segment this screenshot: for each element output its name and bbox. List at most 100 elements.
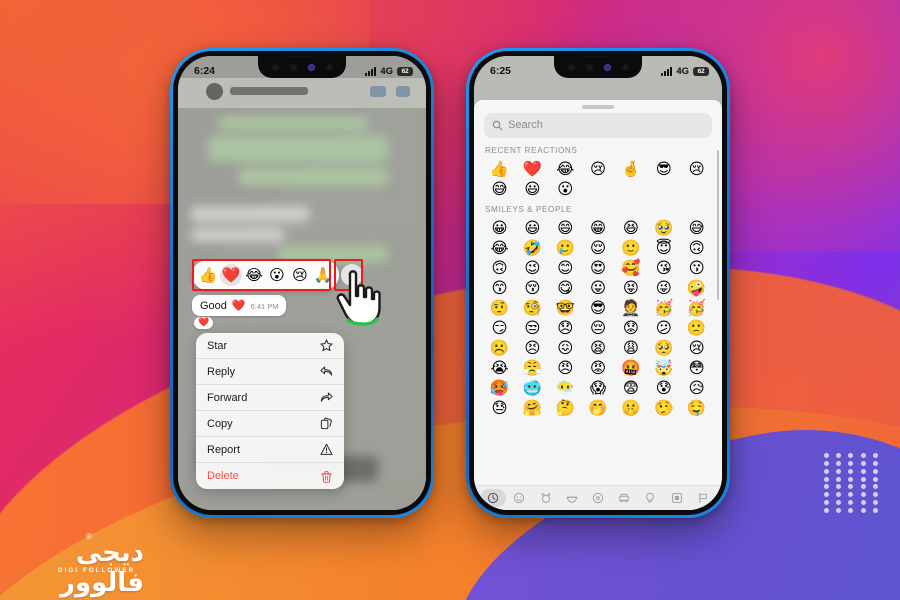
context-menu-item-copy[interactable]: Copy bbox=[196, 411, 344, 437]
vertical-scrollbar[interactable] bbox=[717, 149, 719, 300]
emoji-cell[interactable]: 😃 bbox=[516, 179, 549, 199]
emoji-cell[interactable]: 😉 bbox=[516, 258, 549, 278]
emoji-cell[interactable]: 😓 bbox=[483, 398, 516, 418]
category-button-food[interactable] bbox=[559, 489, 585, 507]
emoji-cell[interactable]: 😰 bbox=[647, 378, 680, 398]
emoji-cell[interactable]: 🤥 bbox=[647, 398, 680, 418]
emoji-cell[interactable]: 😔 bbox=[582, 318, 615, 338]
emoji-cell[interactable]: 😩 bbox=[614, 338, 647, 358]
emoji-cell[interactable]: 🤨 bbox=[483, 298, 516, 318]
emoji-cell[interactable]: 😖 bbox=[549, 338, 582, 358]
emoji-cell[interactable]: 😍 bbox=[582, 258, 615, 278]
emoji-cell[interactable]: 😎 bbox=[647, 159, 680, 179]
emoji-cell[interactable]: 😠 bbox=[549, 358, 582, 378]
emoji-cell[interactable]: 😄 bbox=[549, 218, 582, 238]
emoji-cell[interactable]: 😥 bbox=[680, 378, 713, 398]
emoji-cell[interactable]: 😆 bbox=[614, 218, 647, 238]
emoji-cell[interactable]: 😭 bbox=[483, 358, 516, 378]
emoji-cell[interactable]: 😏 bbox=[483, 318, 516, 338]
category-button-flags[interactable] bbox=[690, 489, 716, 507]
emoji-cell[interactable]: 😅 bbox=[483, 179, 516, 199]
emoji-cell[interactable]: 🤯 bbox=[647, 358, 680, 378]
emoji-cell[interactable]: 😅 bbox=[680, 218, 713, 238]
context-menu-item-delete[interactable]: Delete bbox=[196, 463, 344, 489]
emoji-cell[interactable]: 🤔 bbox=[549, 398, 582, 418]
emoji-cell[interactable]: 🥵 bbox=[483, 378, 516, 398]
emoji-cell[interactable]: 😂 bbox=[483, 238, 516, 258]
emoji-cell[interactable]: 🥶 bbox=[516, 378, 549, 398]
category-button-animals[interactable] bbox=[532, 489, 558, 507]
category-button-smiley[interactable] bbox=[506, 489, 532, 507]
emoji-cell[interactable]: 🤫 bbox=[614, 398, 647, 418]
emoji-cell[interactable]: 😡 bbox=[582, 358, 615, 378]
emoji-cell[interactable]: 😜 bbox=[647, 278, 680, 298]
emoji-cell[interactable]: 😨 bbox=[614, 378, 647, 398]
category-button-symbols[interactable] bbox=[664, 489, 690, 507]
emoji-cell[interactable]: 🤤 bbox=[680, 398, 713, 418]
emoji-cell[interactable]: 🥳 bbox=[647, 298, 680, 318]
emoji-cell[interactable]: 😘 bbox=[647, 258, 680, 278]
chat-message-bubble[interactable]: Good ❤️ 6:41 PM bbox=[192, 295, 286, 316]
category-button-objects[interactable] bbox=[637, 489, 663, 507]
emoji-cell[interactable]: 🥰 bbox=[614, 258, 647, 278]
category-button-recent[interactable] bbox=[480, 489, 507, 507]
emoji-cell[interactable]: 😚 bbox=[516, 278, 549, 298]
emoji-cell[interactable]: 😊 bbox=[549, 258, 582, 278]
category-button-activity[interactable] bbox=[585, 489, 611, 507]
emoji-cell[interactable]: 😢 bbox=[680, 159, 713, 179]
emoji-cell[interactable]: 🤓 bbox=[549, 298, 582, 318]
emoji-cell[interactable]: 🥺 bbox=[647, 338, 680, 358]
message-context-menu[interactable]: Star Reply Forward Copy Report Delete bbox=[196, 333, 344, 489]
emoji-cell[interactable]: 😇 bbox=[647, 238, 680, 258]
emoji-cell[interactable]: 😟 bbox=[614, 318, 647, 338]
emoji-cell[interactable]: 😌 bbox=[582, 238, 615, 258]
emoji-cell[interactable]: 😂 bbox=[549, 159, 582, 179]
emoji-cell[interactable]: 😢 bbox=[582, 159, 615, 179]
emoji-scroll-area[interactable]: RECENT REACTIONS 👍 ❤️ 😂 😢 🤞 😎 😢 😅 😃 😮 SMILEYS & PEO… bbox=[474, 146, 722, 486]
emoji-cell[interactable]: 😋 bbox=[549, 278, 582, 298]
emoji-cell[interactable]: 😫 bbox=[582, 338, 615, 358]
context-menu-item-reply[interactable]: Reply bbox=[196, 359, 344, 385]
context-menu-item-star[interactable]: Star bbox=[196, 333, 344, 359]
emoji-cell[interactable]: 😀 bbox=[483, 218, 516, 238]
emoji-cell[interactable]: 😣 bbox=[516, 338, 549, 358]
emoji-cell[interactable]: 🙁 bbox=[680, 318, 713, 338]
context-menu-item-report[interactable]: Report bbox=[196, 437, 344, 463]
emoji-cell[interactable]: 😳 bbox=[680, 358, 713, 378]
emoji-cell[interactable]: 👍 bbox=[483, 159, 516, 179]
emoji-cell[interactable]: 🙂 bbox=[614, 238, 647, 258]
emoji-cell[interactable]: 😃 bbox=[516, 218, 549, 238]
emoji-cell[interactable]: 🥳 bbox=[680, 298, 713, 318]
emoji-cell[interactable]: 😗 bbox=[680, 258, 713, 278]
emoji-cell[interactable]: 😕 bbox=[647, 318, 680, 338]
emoji-cell[interactable]: 🤞 bbox=[614, 159, 647, 179]
emoji-cell[interactable]: 😤 bbox=[516, 358, 549, 378]
emoji-cell[interactable]: 🤵 bbox=[614, 298, 647, 318]
emoji-cell[interactable]: 🧐 bbox=[516, 298, 549, 318]
emoji-cell[interactable]: 😒 bbox=[516, 318, 549, 338]
emoji-cell[interactable]: 😛 bbox=[582, 278, 615, 298]
emoji-category-bar[interactable] bbox=[474, 485, 722, 510]
emoji-cell[interactable]: 😙 bbox=[483, 278, 516, 298]
emoji-cell[interactable]: 😁 bbox=[582, 218, 615, 238]
emoji-cell[interactable]: 😮 bbox=[549, 179, 582, 199]
emoji-cell[interactable]: 🥹 bbox=[647, 218, 680, 238]
emoji-cell[interactable]: 😎 bbox=[582, 298, 615, 318]
emoji-cell[interactable]: 😶‍🌫️ bbox=[549, 378, 582, 398]
emoji-cell[interactable]: 🙃 bbox=[483, 258, 516, 278]
emoji-cell[interactable]: 🥲 bbox=[549, 238, 582, 258]
message-reaction-badge[interactable]: ❤️ bbox=[194, 317, 214, 329]
emoji-cell[interactable]: 😢 bbox=[680, 338, 713, 358]
emoji-cell[interactable]: 😝 bbox=[614, 278, 647, 298]
emoji-cell[interactable]: 🤭 bbox=[582, 398, 615, 418]
emoji-cell[interactable]: 🙃 bbox=[680, 238, 713, 258]
emoji-cell[interactable]: 😱 bbox=[582, 378, 615, 398]
emoji-cell[interactable]: 🤗 bbox=[516, 398, 549, 418]
emoji-cell[interactable]: 😞 bbox=[549, 318, 582, 338]
emoji-cell[interactable]: ❤️ bbox=[516, 159, 549, 179]
category-button-travel[interactable] bbox=[611, 489, 637, 507]
sheet-grabber-handle[interactable] bbox=[582, 105, 614, 109]
emoji-cell[interactable]: ☹️ bbox=[483, 338, 516, 358]
emoji-cell[interactable]: 🤪 bbox=[680, 278, 713, 298]
emoji-search-bar[interactable]: Search bbox=[484, 112, 712, 138]
